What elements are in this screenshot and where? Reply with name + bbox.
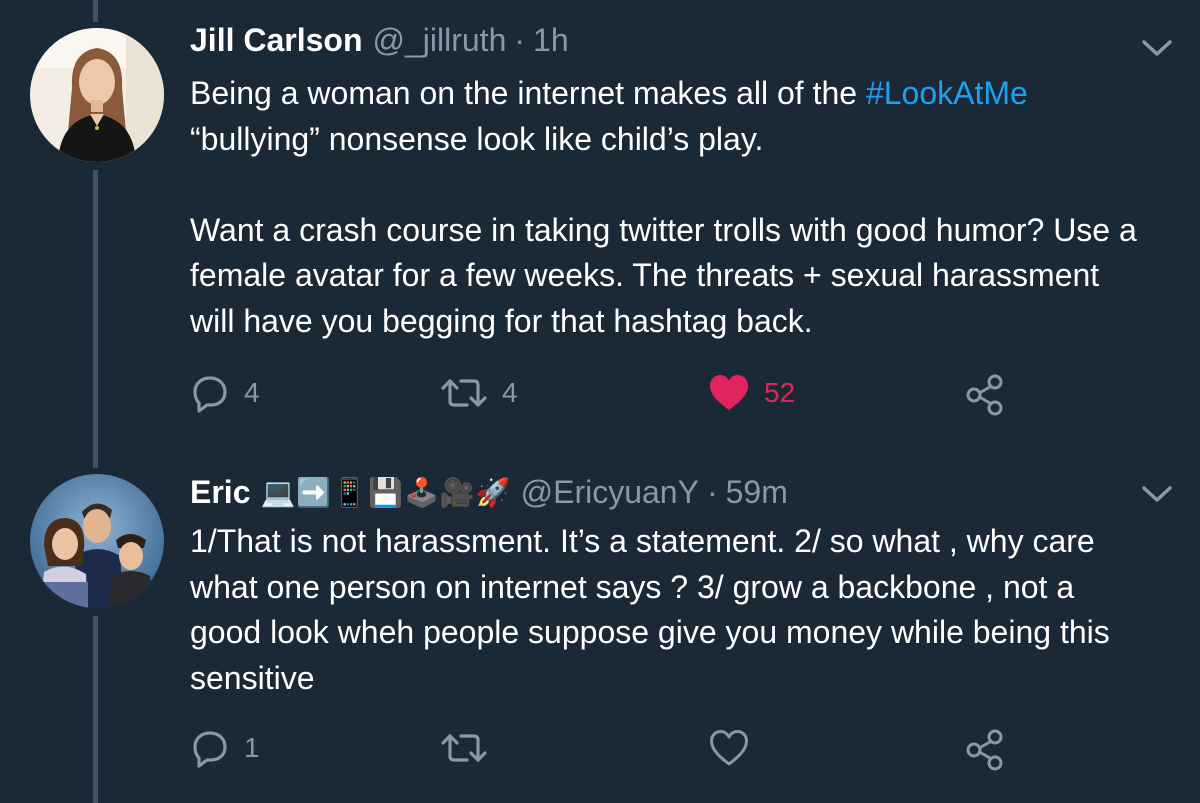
chevron-down-icon[interactable] — [1140, 484, 1174, 504]
like-button[interactable]: 52 — [708, 373, 795, 413]
woman-portrait-avatar-icon — [30, 28, 164, 162]
tweet-text-body: 1/That is not harassment. It’s a stateme… — [190, 523, 1110, 696]
rocket-emoji-icon: 🚀 — [475, 476, 511, 508]
tweet-eric[interactable]: Eric 💻 ➡️ 📱 💾 🕹️ 🎥 🚀 @EricyuanY · 59m 1/… — [0, 440, 1200, 803]
name-emoji: 💻 ➡️ 📱 💾 🕹️ 🎥 🚀 — [260, 476, 511, 508]
retweet-icon — [441, 379, 487, 407]
tweet-jill-carlson[interactable]: Jill Carlson @_jillruth · 1h Being a wom… — [0, 0, 1200, 440]
timestamp[interactable]: 1h — [533, 22, 569, 59]
like-count: 52 — [764, 377, 796, 408]
heart-filled-icon — [710, 375, 748, 410]
tweet-header: Jill Carlson @_jillruth · 1h — [190, 22, 569, 59]
mobile-phone-emoji-icon: 📱 — [332, 476, 368, 508]
avatar[interactable] — [30, 28, 164, 162]
share-button[interactable] — [964, 728, 1008, 772]
author-name[interactable]: Eric — [190, 474, 250, 511]
heart-outline-icon — [710, 730, 748, 766]
reply-button[interactable]: 4 — [190, 373, 260, 413]
joystick-emoji-icon: 🕹️ — [403, 476, 439, 508]
tweet-text: Being a woman on the internet makes all … — [190, 71, 1180, 344]
floppy-disk-emoji-icon: 💾 — [368, 476, 403, 508]
hashtag-link[interactable]: #LookAtMe — [866, 75, 1028, 111]
tweet-header: Eric 💻 ➡️ 📱 💾 🕹️ 🎥 🚀 @EricyuanY · 59m — [190, 474, 788, 511]
like-button[interactable] — [708, 728, 750, 768]
tweet-actions: 1 — [190, 728, 1190, 771]
tweet-text-line1: Being a woman on the internet makes all … — [190, 75, 866, 111]
arrow-right-emoji-icon: ➡️ — [296, 476, 332, 508]
author-handle[interactable]: @_jillruth — [373, 22, 507, 59]
reply-icon — [193, 376, 227, 413]
tweet-text: 1/That is not harassment. It’s a stateme… — [190, 519, 1150, 701]
retweet-button[interactable] — [440, 728, 488, 768]
family-photo-avatar-icon — [30, 474, 164, 608]
laptop-emoji-icon: 💻 — [260, 476, 296, 508]
reply-count: 1 — [244, 732, 260, 763]
tweet-text-line2: “bullying” nonsense look like child’s pl… — [190, 120, 764, 157]
author-handle[interactable]: @EricyuanY — [521, 474, 699, 511]
timestamp[interactable]: 59m — [726, 474, 788, 511]
reply-count: 4 — [244, 377, 260, 408]
avatar[interactable] — [30, 474, 164, 608]
retweet-icon — [441, 734, 487, 762]
reply-button[interactable]: 1 — [190, 728, 260, 768]
separator-dot: · — [514, 22, 526, 58]
tweet-text-paragraph2: Want a crash course in taking twitter tr… — [190, 211, 1137, 339]
retweet-count: 4 — [502, 377, 518, 408]
reply-icon — [193, 731, 227, 768]
chevron-down-icon[interactable] — [1140, 38, 1174, 58]
tweet-actions: 4 4 52 — [190, 373, 1190, 416]
share-icon — [966, 374, 1003, 416]
share-icon — [966, 729, 1003, 771]
movie-camera-emoji-icon: 🎥 — [439, 476, 475, 508]
share-button[interactable] — [964, 373, 1008, 417]
retweet-button[interactable]: 4 — [440, 373, 518, 413]
author-name[interactable]: Jill Carlson — [190, 22, 363, 59]
separator-dot: · — [706, 474, 718, 510]
